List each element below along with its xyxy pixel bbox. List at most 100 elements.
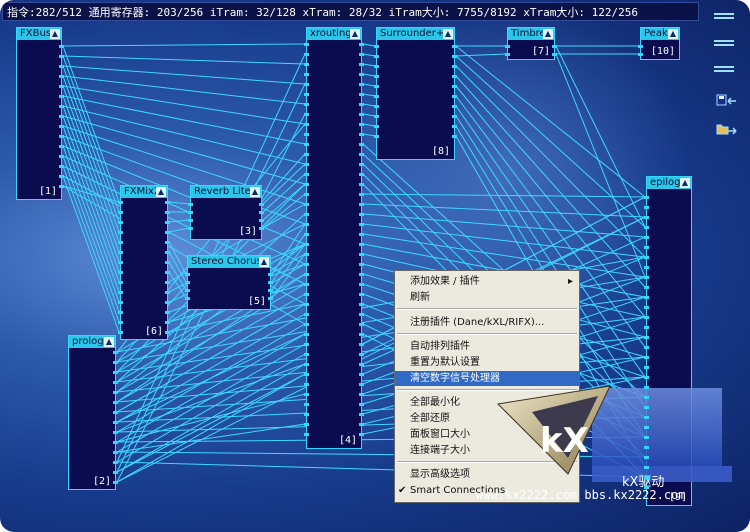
connection-pin[interactable] (644, 486, 649, 489)
connection-pin[interactable] (185, 289, 190, 292)
connection-pin[interactable] (118, 281, 123, 284)
caret-up-icon[interactable]: ▲ (259, 257, 269, 267)
connection-pin[interactable] (304, 63, 309, 66)
connection-pin[interactable] (118, 201, 123, 204)
connection-pin[interactable] (165, 311, 170, 314)
connection-pin[interactable] (374, 95, 379, 98)
connection-pin[interactable] (304, 143, 309, 146)
connection-pin[interactable] (644, 216, 649, 219)
connection-pin[interactable] (188, 219, 193, 222)
connection-pin[interactable] (304, 163, 309, 166)
connection-pin[interactable] (268, 273, 273, 276)
connection-pin[interactable] (304, 403, 309, 406)
connection-pin[interactable] (59, 85, 64, 88)
connection-pin[interactable] (59, 155, 64, 158)
connection-pin[interactable] (359, 353, 364, 356)
connection-pin[interactable] (188, 227, 193, 230)
connection-pin[interactable] (113, 411, 118, 414)
connection-pin[interactable] (304, 133, 309, 136)
connection-pin[interactable] (452, 95, 457, 98)
connection-pin[interactable] (374, 105, 379, 108)
connection-pin[interactable] (304, 323, 309, 326)
connection-pin[interactable] (304, 413, 309, 416)
connection-pin[interactable] (268, 297, 273, 300)
connection-pin[interactable] (552, 45, 557, 48)
connection-pin[interactable] (644, 406, 649, 409)
plugin-stereo-chorus[interactable]: Stereo Chorus ▲ [5] (187, 255, 271, 310)
connection-pin[interactable] (359, 93, 364, 96)
plugin-fxmix2[interactable]: FXMix2 ▲ [6] (120, 185, 168, 340)
connection-pin[interactable] (359, 173, 364, 176)
connection-pin[interactable] (644, 306, 649, 309)
connection-pin[interactable] (259, 227, 264, 230)
connection-pin[interactable] (359, 123, 364, 126)
connection-pin[interactable] (644, 326, 649, 329)
connection-pin[interactable] (452, 105, 457, 108)
plugin-fxbus[interactable]: FXBus ▲ [1] (16, 27, 62, 200)
minimize-icon[interactable] (714, 11, 734, 23)
connection-pin[interactable] (359, 193, 364, 196)
connection-pin[interactable] (359, 203, 364, 206)
menu-item-refresh[interactable]: 刷新 (395, 290, 579, 305)
connection-pin[interactable] (113, 391, 118, 394)
connection-pin[interactable] (113, 441, 118, 444)
connection-pin[interactable] (374, 115, 379, 118)
connection-pin[interactable] (165, 221, 170, 224)
connection-pin[interactable] (644, 436, 649, 439)
connection-pin[interactable] (359, 183, 364, 186)
connection-pin[interactable] (304, 273, 309, 276)
connection-pin[interactable] (359, 103, 364, 106)
connection-pin[interactable] (359, 213, 364, 216)
plugin-peak[interactable]: Peak ▲ [10] (640, 27, 680, 60)
connection-pin[interactable] (118, 231, 123, 234)
caret-up-icon[interactable]: ▲ (443, 29, 453, 39)
connection-pin[interactable] (59, 105, 64, 108)
connection-pin[interactable] (304, 123, 309, 126)
connection-pin[interactable] (268, 281, 273, 284)
connection-pin[interactable] (59, 55, 64, 58)
connection-pin[interactable] (359, 383, 364, 386)
connection-pin[interactable] (304, 383, 309, 386)
connection-pin[interactable] (304, 283, 309, 286)
connection-pin[interactable] (59, 95, 64, 98)
connection-pin[interactable] (452, 65, 457, 68)
connection-pin[interactable] (118, 301, 123, 304)
connection-pin[interactable] (304, 203, 309, 206)
connection-pin[interactable] (304, 313, 309, 316)
connection-pin[interactable] (644, 286, 649, 289)
connection-pin[interactable] (359, 73, 364, 76)
connection-pin[interactable] (304, 433, 309, 436)
connection-pin[interactable] (59, 45, 64, 48)
connection-pin[interactable] (644, 266, 649, 269)
connection-pin[interactable] (359, 113, 364, 116)
connection-pin[interactable] (359, 233, 364, 236)
connection-pin[interactable] (644, 276, 649, 279)
connection-pin[interactable] (552, 53, 557, 56)
connection-pin[interactable] (304, 353, 309, 356)
connection-pin[interactable] (359, 143, 364, 146)
connection-pin[interactable] (359, 413, 364, 416)
caret-up-icon[interactable]: ▲ (50, 29, 60, 39)
connection-pin[interactable] (359, 163, 364, 166)
save-icon[interactable] (716, 94, 738, 108)
connection-pin[interactable] (113, 431, 118, 434)
connection-pin[interactable] (359, 263, 364, 266)
connection-pin[interactable] (188, 211, 193, 214)
connection-pin[interactable] (359, 313, 364, 316)
connection-pin[interactable] (165, 241, 170, 244)
connection-pin[interactable] (359, 273, 364, 276)
connection-pin[interactable] (644, 346, 649, 349)
connection-pin[interactable] (452, 125, 457, 128)
connection-pin[interactable] (644, 446, 649, 449)
connection-pin[interactable] (304, 293, 309, 296)
connection-pin[interactable] (304, 73, 309, 76)
connection-pin[interactable] (644, 196, 649, 199)
connection-pin[interactable] (118, 291, 123, 294)
connection-pin[interactable] (304, 193, 309, 196)
connection-pin[interactable] (452, 55, 457, 58)
connection-pin[interactable] (452, 85, 457, 88)
connection-pin[interactable] (359, 333, 364, 336)
connection-pin[interactable] (165, 211, 170, 214)
connection-pin[interactable] (304, 303, 309, 306)
connection-pin[interactable] (113, 371, 118, 374)
